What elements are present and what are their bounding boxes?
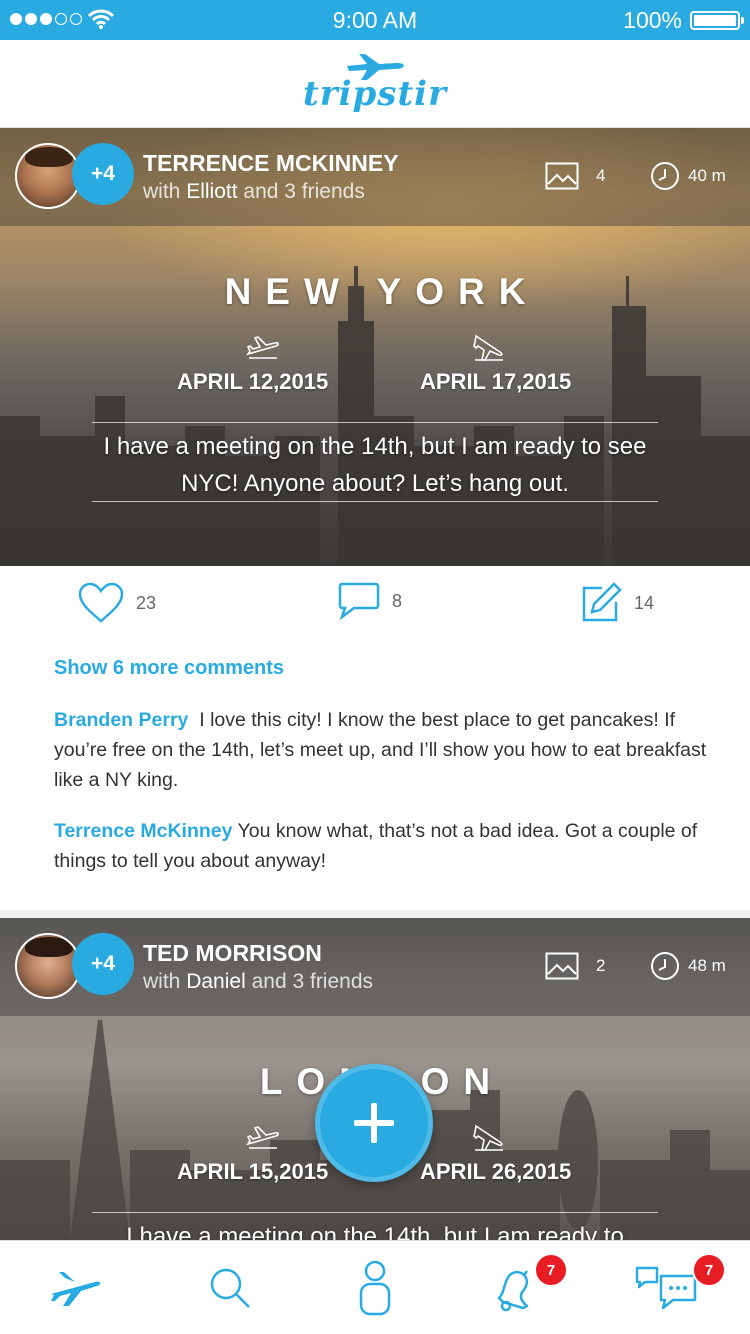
photo-count: 4 (596, 166, 606, 185)
companion-name[interactable]: Daniel (186, 970, 246, 993)
app-header: tripstir (0, 40, 750, 128)
comment-author[interactable]: Branden Perry (54, 709, 188, 731)
post-user-name[interactable]: TERRENCE MCKINNEY (143, 150, 399, 177)
app-logo[interactable]: tripstir (0, 52, 750, 114)
tab-profile[interactable] (330, 1241, 420, 1334)
status-bar: 9:00 AM 100% (0, 0, 750, 40)
edit-count: 14 (634, 592, 655, 613)
comment-author[interactable]: Terrence McKinney (54, 820, 232, 842)
logo-text: tripstir (303, 74, 447, 114)
tab-search[interactable] (185, 1241, 275, 1334)
post-separator (0, 910, 750, 918)
plus-icon (354, 1103, 394, 1143)
trip-city: NEW YORK (224, 271, 540, 312)
departure-date: APRIL 15,2015 (177, 1159, 329, 1184)
clock-icon (651, 952, 679, 980)
with-suffix: and 3 friends (251, 970, 374, 993)
companions-badge[interactable]: +4 (72, 933, 134, 995)
tab-bar: 7 7 (0, 1240, 750, 1334)
post-message: I have a meeting on the 14th, but I am r… (126, 1223, 624, 1240)
comment: Terrence McKinney You know what, that’s … (54, 816, 724, 876)
heart-icon (78, 582, 124, 623)
show-more-comments-link[interactable]: Show 6 more comments (54, 657, 284, 680)
photo-count: 2 (596, 956, 606, 975)
clock-icon (651, 162, 679, 190)
post-header: +4 TED MORRISON with Daniel and 3 friend… (0, 918, 750, 1016)
with-prefix: with (143, 180, 181, 203)
notification-badge: 7 (534, 1253, 568, 1287)
departure-plane-icon (246, 1126, 279, 1149)
return-date: APRIL 17,2015 (420, 369, 572, 394)
photo-icon (545, 952, 579, 980)
tab-messages[interactable] (620, 1241, 710, 1334)
comment-count: 8 (392, 590, 403, 611)
with-suffix: and 3 friends (243, 180, 365, 203)
divider (92, 1212, 658, 1213)
like-count: 23 (136, 592, 157, 613)
tab-trips[interactable] (30, 1241, 120, 1334)
search-icon (210, 1268, 250, 1308)
edit-button[interactable]: 14 (580, 582, 654, 624)
arrival-plane-icon (473, 334, 503, 361)
post-message: I have a meeting on the 14th, but I am r… (103, 433, 647, 497)
chat-icon (635, 1266, 697, 1310)
plane-icon (51, 1272, 101, 1306)
divider (92, 501, 658, 502)
message-badge: 7 (692, 1253, 726, 1287)
post-duration: 48 m (688, 956, 726, 975)
comment-button[interactable]: 8 (338, 582, 402, 620)
divider (92, 422, 658, 423)
departure-plane-icon (246, 336, 279, 359)
companions-badge[interactable]: +4 (72, 143, 134, 205)
trip-card[interactable]: +4 TERRENCE MCKINNEY with Elliott and 3 … (0, 128, 750, 566)
companions-line: with Daniel and 3 friends (143, 970, 373, 994)
return-date: APRIL 26,2015 (420, 1159, 572, 1184)
battery-percent: 100% (623, 7, 682, 33)
battery-icon (690, 11, 744, 30)
person-icon (359, 1260, 391, 1316)
comment: Branden Perry I love this city! I know t… (54, 705, 724, 795)
bell-icon (497, 1270, 529, 1312)
arrival-plane-icon (473, 1124, 503, 1151)
photo-icon (545, 162, 579, 190)
add-trip-button[interactable] (315, 1064, 433, 1182)
post-actions: 23 8 14 (0, 566, 750, 640)
post-duration: 40 m (688, 166, 726, 185)
companions-line: with Elliott and 3 friends (143, 180, 365, 204)
with-prefix: with (143, 970, 181, 993)
comment-icon (338, 582, 380, 620)
post-user-name[interactable]: TED MORRISON (143, 940, 322, 967)
companion-name[interactable]: Elliott (186, 180, 237, 203)
departure-date: APRIL 12,2015 (177, 369, 329, 394)
edit-icon (582, 582, 622, 622)
like-button[interactable]: 23 (78, 582, 156, 624)
post-header: +4 TERRENCE MCKINNEY with Elliott and 3 … (0, 128, 750, 226)
